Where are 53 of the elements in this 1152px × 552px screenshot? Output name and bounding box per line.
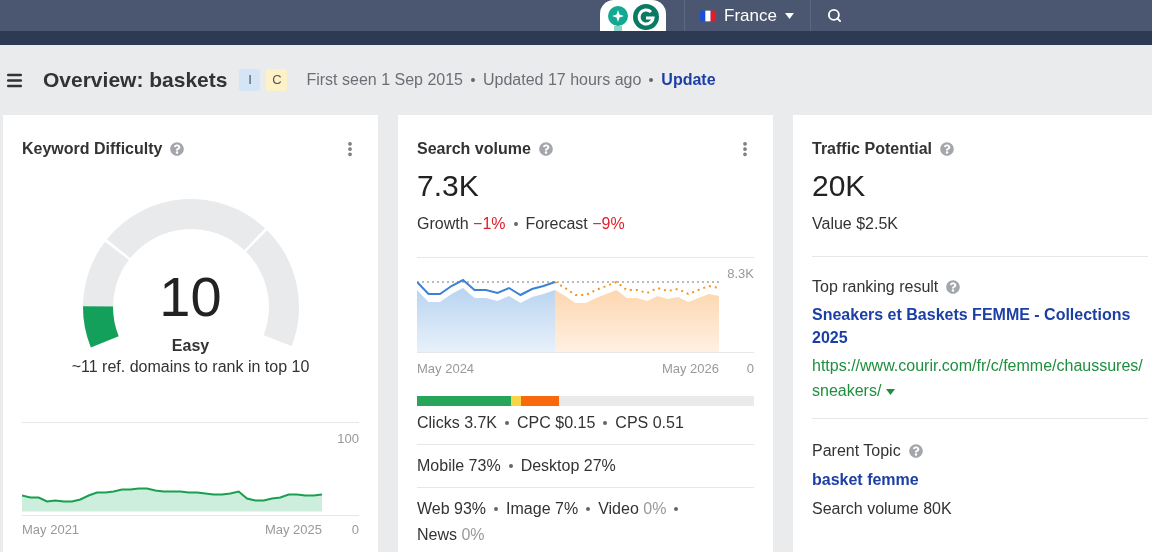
traffic-value: 20K — [812, 171, 867, 201]
stat-item: Image 7% — [506, 499, 579, 517]
stat-item: Clicks 3.7K — [417, 413, 498, 431]
stat-item: Web 93% — [417, 499, 487, 517]
axis-label: May 2026 — [661, 360, 719, 378]
section-label: Top ranking result — [812, 277, 939, 297]
help-icon[interactable] — [908, 444, 923, 458]
update-link[interactable]: Update — [661, 68, 716, 92]
axis-label: 100 — [337, 430, 359, 448]
axis-label: May 2024 — [417, 360, 475, 378]
updated-time: Updated 17 hours ago — [483, 70, 642, 90]
volume-value: 7.3K — [417, 171, 480, 201]
result-url-link[interactable]: https://www.courir.com/fr/c/femme/chaussures/sneakers/ — [812, 353, 1148, 403]
axis-label: 0 — [351, 520, 359, 539]
parent-topic-link[interactable]: basket femme — [812, 468, 1148, 492]
card-title: Search volume — [417, 139, 531, 159]
difficulty-note: ~11 ref. domains to rank in top 10 — [70, 357, 311, 377]
difficulty-score: 10 — [158, 269, 223, 325]
search-icon — [827, 8, 842, 23]
stat-item: CPS 0.51 — [615, 413, 684, 431]
g-logo-icon[interactable] — [633, 3, 659, 31]
intent-badge: I — [239, 69, 261, 91]
help-icon[interactable] — [946, 280, 961, 294]
stat-item: Mobile 73% — [417, 456, 501, 474]
caret-down-icon — [784, 12, 794, 19]
difficulty-rating: Easy — [170, 336, 211, 356]
caret-down-icon[interactable] — [886, 388, 896, 395]
help-icon[interactable] — [940, 142, 955, 156]
traffic-worth: Value $2.5K — [812, 212, 1148, 257]
result-title-link[interactable]: Sneakers et Baskets FEMME - Collections 2025 — [812, 303, 1148, 349]
axis-label: May 2025 — [264, 520, 322, 539]
axis-label: 0 — [746, 360, 754, 378]
help-icon[interactable] — [170, 142, 185, 156]
intent-badge: C — [266, 69, 288, 91]
card-title: Keyword Difficulty — [22, 139, 163, 159]
help-icon[interactable] — [538, 142, 553, 156]
stat-item: News 0% — [417, 525, 485, 543]
parent-topic-volume: Search volume 80K — [812, 499, 953, 519]
page-title: Overview: baskets — [43, 67, 228, 94]
extension-widget[interactable] — [600, 0, 666, 31]
axis-label: 8.3K — [727, 265, 754, 283]
flag-icon — [700, 9, 716, 22]
trend-stat: Forecast −9% — [525, 214, 625, 234]
section-label: Parent Topic — [812, 441, 901, 461]
stat-item: Video 0% — [598, 499, 667, 517]
axis-label: May 2021 — [22, 520, 80, 539]
card-title: Traffic Potential — [812, 139, 933, 159]
trend-stat: Growth −1% — [417, 214, 506, 234]
stat-item: CPC $0.15 — [517, 413, 596, 431]
first-seen-date: First seen 1 Sep 2015 — [306, 70, 463, 90]
country-selector[interactable]: France — [684, 0, 810, 31]
sparkle-icon[interactable] — [607, 5, 629, 31]
stat-item: Desktop 27% — [520, 456, 616, 474]
